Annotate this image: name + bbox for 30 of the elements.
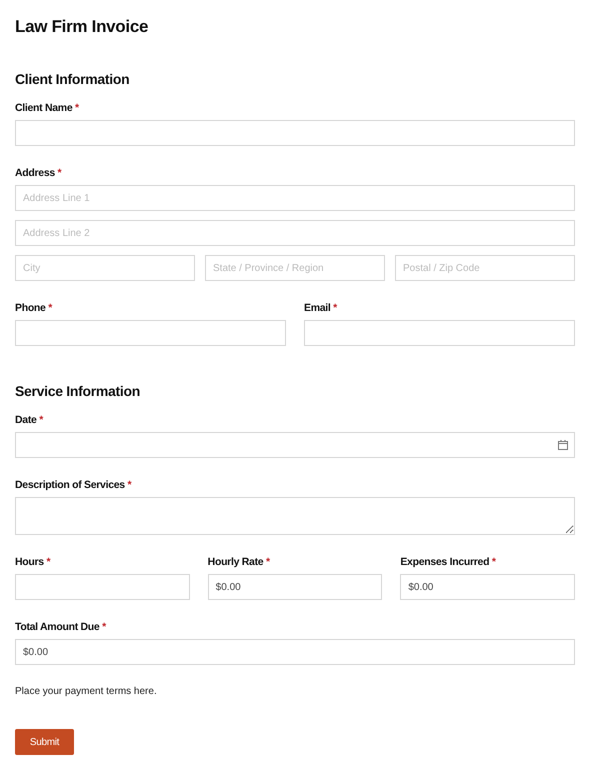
input-field[interactable]: $0.00 [15,639,575,665]
input-field[interactable]: $0.00 [400,574,576,600]
field-label: Expenses Incurred * [400,555,497,569]
input-field[interactable]: City [15,255,195,281]
input-field[interactable]: Postal / Zip Code [395,255,575,281]
field-label: Client Name * [15,101,80,115]
input-field[interactable]: Address Line 2 [15,220,575,246]
input-field[interactable] [15,320,286,346]
input-field[interactable]: State / Province / Region [205,255,385,281]
calendar-icon[interactable] [558,440,568,450]
input-field[interactable] [15,120,575,146]
field-label: Phone * [15,301,54,315]
section-heading: Service Information [15,382,142,400]
field-label: Address * [15,166,62,180]
payment-terms-text: Place your payment terms here. [15,685,158,699]
field-label: Total Amount Due * [15,620,107,634]
field-label: Hours * [15,555,52,569]
section-heading: Client Information [15,70,130,88]
input-field[interactable] [15,574,190,600]
input-field[interactable]: Address Line 1 [15,185,575,211]
textarea-field[interactable] [15,497,575,535]
input-field[interactable]: $0.00 [208,574,382,600]
page-title: Law Firm Invoice [15,16,150,38]
field-label: Email * [304,301,338,315]
field-label: Description of Services * [15,478,132,492]
input-field[interactable] [304,320,575,346]
field-label: Date * [15,413,44,427]
date-field[interactable] [15,432,575,458]
field-label: Hourly Rate * [208,555,271,569]
submit-button[interactable]: Submit [15,729,74,755]
